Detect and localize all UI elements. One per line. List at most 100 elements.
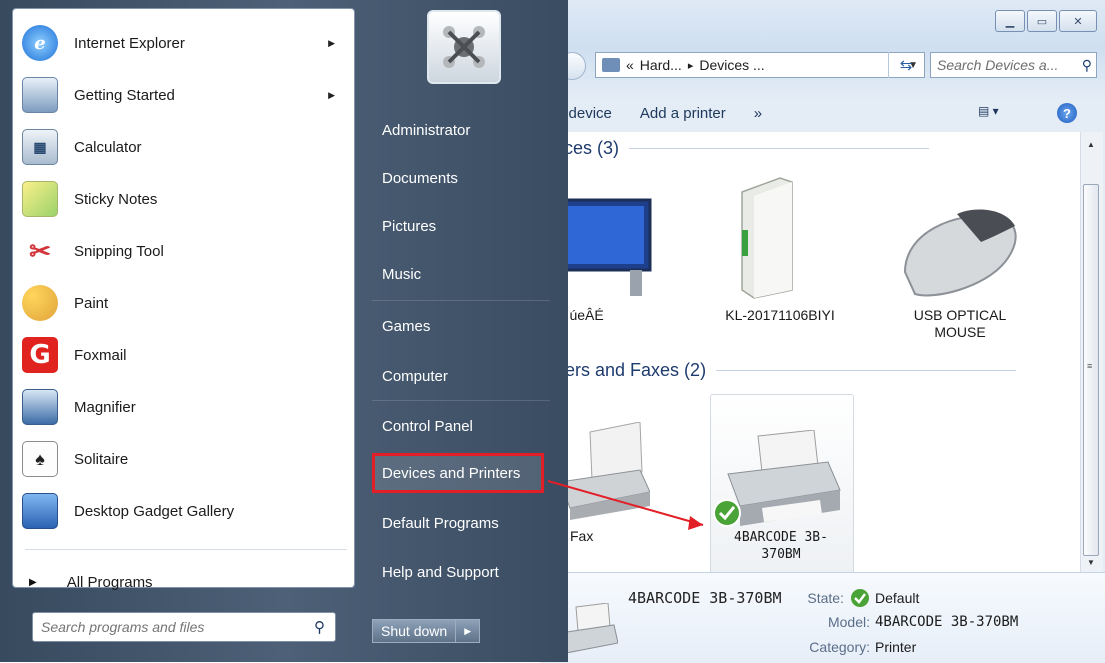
monitor-icon[interactable]	[560, 180, 670, 300]
group-header-devices[interactable]: ices (3)	[560, 138, 929, 159]
shutdown-options-icon[interactable]: ▶	[456, 619, 481, 643]
program-label: Calculator	[74, 138, 142, 156]
breadcrumb-hardware[interactable]: Hard...	[640, 57, 682, 73]
more-commands-button[interactable]: »	[754, 105, 762, 122]
details-state-value: Default	[875, 590, 920, 606]
sticky-notes-icon	[22, 181, 58, 217]
start-item-default-programs[interactable]: Default Programs	[372, 503, 544, 543]
start-item-computer[interactable]: Computer	[372, 356, 544, 396]
state-check-icon	[851, 589, 869, 607]
shutdown-button[interactable]: Shut down	[372, 619, 457, 643]
address-bar[interactable]: « Hard... ▸ Devices ... ▼	[595, 52, 925, 78]
device-label-fax: Fax	[570, 528, 594, 544]
start-item-music[interactable]: Music	[372, 254, 544, 294]
program-magnifier[interactable]: Magnifier	[18, 383, 351, 431]
search-icon[interactable]: ⚲	[1082, 57, 1092, 74]
view-options-icon[interactable]: ▤ ▾	[978, 104, 1012, 122]
details-pane: 4BARCODE 3B-370BM State: Default Model: …	[540, 572, 1105, 663]
refresh-icon[interactable]: ⇆	[888, 52, 923, 78]
search-devices-placeholder: Search Devices a...	[937, 57, 1059, 73]
add-printer-button[interactable]: Add a printer	[640, 105, 726, 122]
folder-icon	[602, 58, 620, 72]
program-foxmail[interactable]: G Foxmail	[18, 331, 351, 379]
solitaire-icon: ♠	[22, 441, 58, 477]
start-item-documents[interactable]: Documents	[372, 158, 544, 198]
start-search-input[interactable]	[39, 618, 293, 636]
program-label: Foxmail	[74, 346, 127, 364]
devices-and-printers-window: ▁ ▭ ✕ « Hard... ▸ Devices ... ▼ ⇆ Search…	[540, 0, 1105, 663]
submenu-arrow-icon[interactable]: ▶	[328, 38, 335, 49]
shutdown-group: Shut down ▶	[372, 619, 481, 643]
gadget-gallery-icon	[22, 493, 58, 529]
fax-icon[interactable]	[560, 422, 650, 522]
help-icon[interactable]: ?	[1057, 103, 1077, 123]
address-prefix: «	[626, 57, 634, 73]
computer-tower-icon[interactable]	[732, 172, 802, 302]
group-header-printers[interactable]: ters and Faxes (2)	[560, 360, 1016, 381]
start-item-administrator[interactable]: Administrator	[372, 110, 544, 150]
magnifier-icon	[22, 389, 58, 425]
details-state-key: State:	[807, 590, 844, 606]
all-programs-button[interactable]: ▶ All Programs	[29, 565, 329, 599]
start-item-help-and-support[interactable]: Help and Support	[372, 552, 544, 592]
device-label-computer: KL-20171106BIYI	[725, 307, 835, 323]
submenu-arrow-icon[interactable]: ▶	[328, 90, 335, 101]
details-category-key: Category:	[809, 639, 870, 655]
program-label: Desktop Gadget Gallery	[74, 502, 235, 520]
start-item-devices-and-printers[interactable]: Devices and Printers	[372, 453, 544, 493]
breadcrumb-devices[interactable]: Devices ...	[699, 57, 764, 73]
program-label: Getting Started	[74, 86, 175, 104]
program-solitaire[interactable]: ♠ Solitaire	[18, 435, 351, 483]
start-menu: e Internet Explorer ▶ Getting Started ▶ …	[0, 0, 568, 662]
program-internet-explorer[interactable]: e Internet Explorer ▶	[18, 19, 351, 67]
scroll-thumb[interactable]: ≡	[1083, 184, 1099, 556]
breadcrumb-separator: ▸	[687, 59, 694, 72]
program-label: Sticky Notes	[74, 190, 158, 208]
program-sticky-notes[interactable]: Sticky Notes	[18, 175, 351, 223]
program-label: Snipping Tool	[74, 242, 164, 260]
scroll-up-icon[interactable]: ▲	[1087, 140, 1095, 149]
user-picture-icon	[443, 26, 485, 68]
restore-icon[interactable]: ▭	[1027, 10, 1057, 32]
device-label-mouse: USB OPTICAL MOUSE	[913, 307, 1007, 340]
scroll-down-icon[interactable]: ▼	[1087, 558, 1095, 567]
expand-arrow-icon: ▶	[29, 576, 37, 588]
program-label: Paint	[74, 294, 109, 312]
vertical-scrollbar[interactable]: ▲ ≡ ▼	[1080, 132, 1103, 572]
program-calculator[interactable]: ▦ Calculator	[18, 123, 351, 171]
programs-divider	[25, 549, 347, 550]
window-controls: ▁ ▭ ✕	[995, 10, 1097, 32]
getting-started-icon	[22, 77, 58, 113]
user-avatar[interactable]	[427, 10, 501, 84]
details-model-value: 4BARCODE 3B-370BM	[875, 614, 1019, 630]
details-category-value: Printer	[875, 639, 917, 655]
minimize-icon[interactable]: ▁	[995, 10, 1025, 32]
search-devices-input[interactable]: Search Devices a... ⚲	[930, 52, 1097, 78]
right-divider	[372, 400, 550, 401]
start-item-pictures[interactable]: Pictures	[372, 206, 544, 246]
details-model-key: Model:	[827, 614, 870, 630]
device-label-printer: 4BARCODE 3B-370BM	[734, 530, 828, 562]
program-desktop-gadget-gallery[interactable]: Desktop Gadget Gallery	[18, 487, 351, 535]
snipping-tool-icon: ✂	[22, 233, 58, 269]
start-item-control-panel[interactable]: Control Panel	[372, 406, 544, 446]
program-label: Magnifier	[74, 398, 136, 416]
start-search-box[interactable]: ⚲	[32, 612, 336, 642]
calculator-icon: ▦	[22, 129, 58, 165]
start-item-games[interactable]: Games	[372, 306, 544, 346]
mouse-icon[interactable]	[895, 202, 1025, 302]
programs-pane: e Internet Explorer ▶ Getting Started ▶ …	[12, 8, 355, 591]
device-list: ices (3) ÏÖ´úeÂÉ KL-20171106BIYI USB OPT…	[540, 132, 1080, 574]
search-icon[interactable]: ⚲	[314, 618, 325, 636]
program-paint[interactable]: Paint	[18, 279, 351, 327]
program-getting-started[interactable]: Getting Started ▶	[18, 71, 351, 119]
grip-icon: ≡	[1087, 361, 1093, 371]
foxmail-icon: G	[22, 337, 58, 373]
navigation-bar: « Hard... ▸ Devices ... ▼ ⇆ Search Devic…	[540, 48, 1105, 82]
default-check-icon	[713, 499, 741, 527]
command-bar: a device Add a printer » ▤ ▾ ?	[540, 96, 1105, 130]
program-snipping-tool[interactable]: ✂ Snipping Tool	[18, 227, 351, 275]
close-icon[interactable]: ✕	[1059, 10, 1097, 32]
program-label: Solitaire	[74, 450, 129, 468]
program-label: Internet Explorer	[74, 34, 185, 52]
